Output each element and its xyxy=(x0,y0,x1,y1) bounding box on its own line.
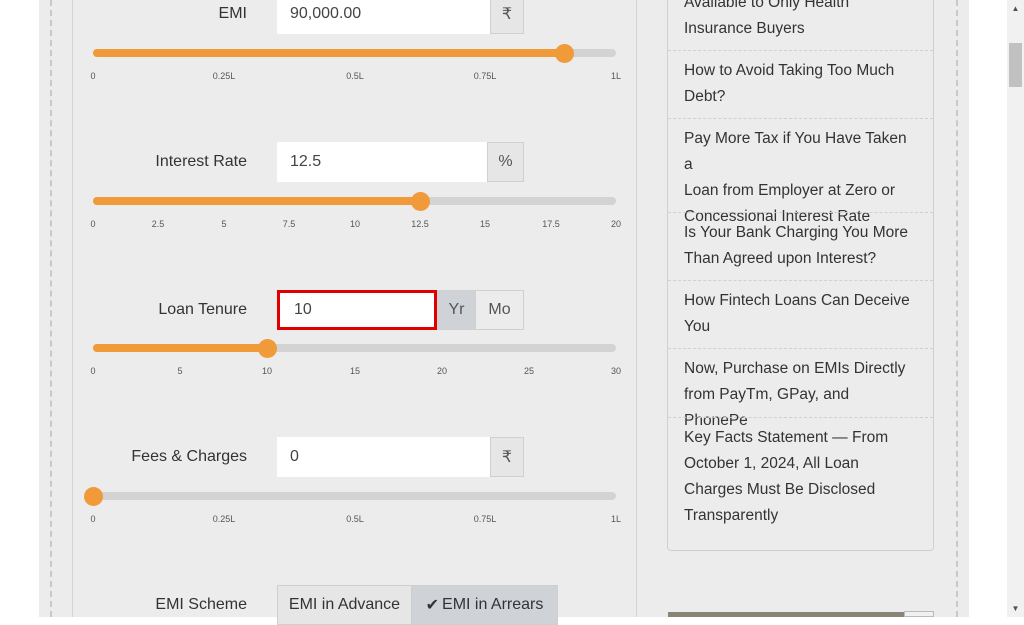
tenure-tick-label: 30 xyxy=(610,366,622,376)
interest-rate-slider-handle[interactable] xyxy=(411,192,430,211)
sidebar-article-line: Is Your Bank Charging You More xyxy=(684,224,909,241)
emi-in-advance-label: EMI in Advance xyxy=(288,596,401,613)
emi-in-advance-button[interactable]: EMI in Advance xyxy=(277,585,412,625)
fees-tick-label: 0.75L xyxy=(473,514,497,524)
emi-tick-label: 0.5L xyxy=(346,71,364,81)
interest-rate-label: Interest Rate xyxy=(155,153,247,170)
fees-charges-slider-handle[interactable] xyxy=(84,487,103,506)
fees-tick-label: 0.5L xyxy=(346,514,364,524)
scroll-up-arrow-icon[interactable]: ▲ xyxy=(1007,0,1024,17)
sidebar-article-line: Pay More Tax if You Have Taken a xyxy=(684,130,907,173)
sidebar-article-link[interactable]: Is Your Bank Charging You More Than Agree… xyxy=(668,220,933,272)
interest-rate-slider-fill xyxy=(93,197,420,205)
sidebar-article-line: Insurance Buyers xyxy=(684,20,805,37)
fees-charges-label: Fees & Charges xyxy=(131,448,247,465)
sidebar-article-line: Now, Purchase on EMIs Directly xyxy=(684,360,906,377)
percent-addon: % xyxy=(487,142,524,182)
sidebar-article-line: How to Avoid Taking Too Much xyxy=(684,62,895,79)
sidebar-separator xyxy=(668,348,933,349)
tenure-tick-label: 10 xyxy=(261,366,273,376)
check-icon: ✔ xyxy=(425,597,440,614)
interest-tick-label: 5 xyxy=(221,219,227,229)
interest-rate-slider[interactable] xyxy=(93,192,616,211)
sidebar-separator xyxy=(668,118,933,119)
emi-slider[interactable] xyxy=(93,44,616,63)
sidebar-article-line: Than Agreed upon Interest? xyxy=(684,250,877,267)
sidebar-separator xyxy=(668,212,933,213)
interest-tick-label: 17.5 xyxy=(542,219,560,229)
tenure-tick-label: 20 xyxy=(436,366,448,376)
sidebar-article-link[interactable]: Key Facts Statement — From October 1, 202… xyxy=(668,425,933,529)
sidebar-article-link[interactable]: How Fintech Loans Can Deceive You xyxy=(668,288,933,340)
ad-choices-icon[interactable] xyxy=(904,611,934,617)
loan-tenure-input[interactable]: 10 xyxy=(277,290,437,330)
emi-tick-label: 0 xyxy=(90,71,96,81)
loan-tenure-slider-fill xyxy=(93,344,267,352)
tenure-tick-label: 5 xyxy=(177,366,183,376)
right-dashed-border xyxy=(956,0,958,617)
interest-tick-label: 10 xyxy=(349,219,361,229)
fees-currency-addon: ₹ xyxy=(490,437,524,477)
emi-in-arrears-label: EMI in Arrears xyxy=(442,596,544,613)
interest-tick-label: 20 xyxy=(610,219,622,229)
tenure-tick-label: 0 xyxy=(90,366,96,376)
scrollbar[interactable]: ▲ ▼ xyxy=(1007,0,1024,617)
sidebar-article-link[interactable]: How to Avoid Taking Too Much Debt? xyxy=(668,58,933,110)
sidebar-article-line: How Fintech Loans Can Deceive xyxy=(684,292,910,309)
loan-tenure-slider-handle[interactable] xyxy=(258,339,277,358)
sidebar-article-link[interactable]: Now, Purchase on EMIs Directly from PayTm… xyxy=(668,356,933,434)
fees-tick-label: 0 xyxy=(90,514,96,524)
emi-in-arrears-button[interactable]: ✔ EMI in Arrears xyxy=(411,585,558,625)
interest-rate-input[interactable]: 12.5 xyxy=(277,142,487,182)
emi-scheme-label: EMI Scheme xyxy=(155,596,247,613)
fees-tick-label: 0.25L xyxy=(212,514,236,524)
interest-tick-label: 15 xyxy=(479,219,491,229)
fees-tick-label: 1L xyxy=(610,514,622,524)
tenure-month-toggle[interactable]: Mo xyxy=(475,290,524,330)
sidebar-article-line: You xyxy=(684,318,711,335)
sidebar-article-line: Loan from Employer at Zero or xyxy=(684,182,896,199)
sidebar-article-line: Available to Only Health xyxy=(684,0,850,11)
interest-tick-label: 12.5 xyxy=(411,219,429,229)
sidebar-article-line: Transparently xyxy=(684,507,779,524)
fees-charges-slider[interactable] xyxy=(84,487,616,506)
emi-label: EMI xyxy=(218,5,247,22)
emi-slider-handle[interactable] xyxy=(555,44,574,63)
loan-tenure-slider[interactable] xyxy=(93,339,616,358)
sidebar-separator xyxy=(668,280,933,281)
sidebar-separator xyxy=(668,417,933,418)
sidebar-separator xyxy=(668,50,933,51)
sidebar-article-link[interactable]: Pay More Tax if You Have Taken a Loan fro… xyxy=(668,126,933,230)
tenure-tick-label: 25 xyxy=(523,366,535,376)
tenure-tick-label: 15 xyxy=(349,366,361,376)
sidebar-article-line: Charges Must Be Disclosed xyxy=(684,481,876,498)
emi-currency-addon: ₹ xyxy=(490,0,524,34)
sidebar-article-line: Key Facts Statement — From xyxy=(684,429,889,446)
scroll-down-arrow-icon[interactable]: ▼ xyxy=(1007,600,1024,617)
emi-slider-fill xyxy=(93,49,564,57)
emi-tick-label: 0.25L xyxy=(212,71,236,81)
emi-input[interactable]: 90,000.00 xyxy=(277,0,490,34)
emi-tick-label: 1L xyxy=(610,71,622,81)
loan-tenure-label: Loan Tenure xyxy=(158,301,247,318)
interest-tick-label: 7.5 xyxy=(282,219,296,229)
emi-tick-label: 0.75L xyxy=(473,71,497,81)
tenure-year-toggle[interactable]: Yr xyxy=(437,290,476,330)
scrollbar-thumb[interactable] xyxy=(1009,43,1022,87)
interest-tick-label: 2.5 xyxy=(151,219,165,229)
sidebar-article-link[interactable]: Available to Only Health Insurance Buyers xyxy=(668,0,933,42)
sidebar-article-line: October 1, 2024, All Loan xyxy=(684,455,859,472)
fees-charges-input[interactable]: 0 xyxy=(277,437,490,477)
sidebar-article-line: Debt? xyxy=(684,88,726,105)
interest-tick-label: 0 xyxy=(90,219,96,229)
ad-banner[interactable] xyxy=(668,612,904,617)
